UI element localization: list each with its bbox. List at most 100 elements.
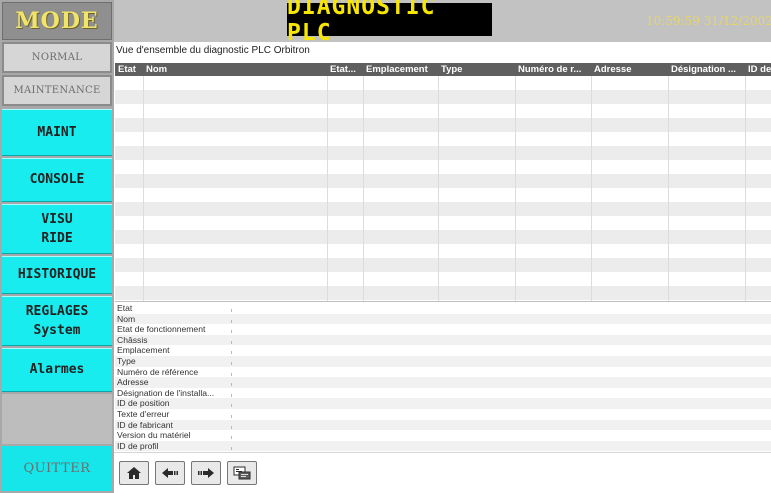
property-label: Version du matériel bbox=[117, 430, 191, 441]
column-header[interactable]: Etat... bbox=[327, 63, 363, 76]
back-icon bbox=[162, 468, 178, 478]
property-value-marker bbox=[231, 393, 232, 397]
table-row[interactable] bbox=[115, 104, 771, 118]
property-row: Adresse bbox=[115, 377, 771, 388]
property-label: Désignation de l'installa... bbox=[117, 387, 215, 398]
column-separator bbox=[745, 76, 746, 301]
table-row[interactable] bbox=[115, 216, 771, 230]
nav-console-button[interactable]: CONSOLE bbox=[2, 158, 112, 202]
column-separator bbox=[591, 76, 592, 301]
property-value-marker bbox=[231, 425, 232, 429]
column-header[interactable]: ID de bbox=[745, 63, 771, 76]
home-icon bbox=[127, 467, 141, 479]
property-row: Type bbox=[115, 356, 771, 367]
property-label: ID de profil bbox=[117, 440, 159, 451]
column-separator bbox=[143, 76, 144, 301]
nav-historique-button[interactable]: HISTORIQUE bbox=[2, 256, 112, 294]
property-value-marker bbox=[231, 340, 232, 344]
column-header[interactable]: Adresse bbox=[591, 63, 668, 76]
nav-alarmes-button[interactable]: Alarmes bbox=[2, 348, 112, 392]
property-row: Etat bbox=[115, 303, 771, 314]
property-value-marker bbox=[231, 415, 232, 418]
table-row[interactable] bbox=[115, 90, 771, 104]
property-label: Type bbox=[117, 356, 136, 366]
table-row[interactable] bbox=[115, 146, 771, 160]
property-row: Châssis bbox=[115, 334, 771, 346]
property-row: Désignation de l'installa... bbox=[115, 388, 771, 399]
property-value-marker bbox=[231, 319, 232, 323]
table-row[interactable] bbox=[115, 230, 771, 244]
column-header[interactable]: Etat bbox=[115, 63, 143, 76]
table-row[interactable] bbox=[115, 118, 771, 132]
column-header[interactable]: Désignation ... bbox=[668, 63, 745, 76]
property-label: ID de position bbox=[117, 398, 170, 409]
property-value-marker bbox=[231, 446, 232, 450]
diagnostic-panel: Vue d'ensemble du diagnostic PLC Orbitro… bbox=[114, 42, 771, 493]
table-divider bbox=[115, 301, 771, 302]
property-row: Numéro de référence bbox=[115, 367, 771, 378]
property-row: Nom bbox=[115, 313, 771, 325]
table-row[interactable] bbox=[115, 244, 771, 258]
table-row[interactable] bbox=[115, 258, 771, 272]
page-title: DIAGNOSTIC PLC bbox=[287, 0, 492, 46]
mode-maintenance-button[interactable]: MAINTENANCE bbox=[2, 75, 112, 106]
mode-normal-button[interactable]: NORMAL bbox=[2, 42, 112, 73]
column-separator bbox=[327, 76, 328, 301]
table-row[interactable] bbox=[115, 174, 771, 188]
property-row: Version du matériel bbox=[115, 430, 771, 441]
column-separator bbox=[363, 76, 364, 301]
property-row: ID de profil bbox=[115, 440, 771, 452]
property-label: ID de fabricant bbox=[117, 419, 173, 430]
property-label: Numéro de référence bbox=[117, 366, 199, 377]
nav-maint-button[interactable]: MAINT bbox=[2, 109, 112, 156]
diagnostic-buffer-button[interactable] bbox=[227, 461, 257, 485]
nav-visu-ride-button[interactable]: VISU RIDE bbox=[2, 204, 112, 254]
property-value-marker bbox=[231, 404, 232, 408]
property-value-marker bbox=[231, 436, 232, 440]
overview-table-body[interactable] bbox=[115, 76, 771, 301]
property-value-marker bbox=[231, 330, 232, 334]
column-header[interactable]: Emplacement bbox=[363, 63, 438, 76]
property-value-marker bbox=[231, 351, 232, 355]
table-row[interactable] bbox=[115, 272, 771, 286]
property-label: Adresse bbox=[117, 377, 149, 388]
column-header[interactable]: Nom bbox=[143, 63, 327, 76]
nav-empty-slot bbox=[2, 394, 112, 444]
column-separator bbox=[438, 76, 439, 301]
column-separator bbox=[515, 76, 516, 301]
table-row[interactable] bbox=[115, 132, 771, 146]
table-row[interactable] bbox=[115, 160, 771, 174]
table-row[interactable] bbox=[115, 202, 771, 216]
forward-icon bbox=[198, 468, 214, 478]
column-header[interactable]: Type bbox=[438, 63, 515, 76]
property-value-marker bbox=[231, 383, 232, 387]
property-row: Texte d'erreur bbox=[115, 409, 771, 420]
column-separator bbox=[668, 76, 669, 301]
property-row: Etat de fonctionnement bbox=[115, 324, 771, 335]
table-row[interactable] bbox=[115, 188, 771, 202]
property-label: Châssis bbox=[117, 334, 148, 345]
property-row: ID de position bbox=[115, 398, 771, 409]
table-row[interactable] bbox=[115, 76, 771, 90]
column-header[interactable]: Numéro de r... bbox=[515, 63, 591, 76]
top-bar: DIAGNOSTIC PLC 10:59:59 31/12/2002 bbox=[114, 0, 771, 46]
property-value-marker bbox=[231, 372, 232, 376]
table-row[interactable] bbox=[115, 286, 771, 300]
property-label: Texte d'erreur bbox=[117, 409, 170, 419]
property-label: Etat de fonctionnement bbox=[117, 324, 206, 335]
mode-title: MODE bbox=[2, 2, 112, 40]
property-row: ID de fabricant bbox=[115, 419, 771, 431]
hmi-screen: MODE NORMAL MAINTENANCE MAINT CONSOLE VI… bbox=[0, 0, 771, 493]
property-value-marker bbox=[231, 362, 232, 365]
property-label: Nom bbox=[117, 313, 136, 324]
navigation-toolbar bbox=[114, 452, 771, 493]
home-button[interactable] bbox=[119, 461, 149, 485]
property-value-marker bbox=[231, 309, 232, 312]
forward-button[interactable] bbox=[191, 461, 221, 485]
back-button[interactable] bbox=[155, 461, 185, 485]
quit-button[interactable]: QUITTER bbox=[2, 446, 112, 491]
diagnostic-buffer-icon bbox=[233, 466, 251, 480]
nav-reglages-system-button[interactable]: REGLAGES System bbox=[2, 296, 112, 346]
property-label: Etat bbox=[117, 303, 133, 313]
clock: 10:59:59 31/12/2002 bbox=[646, 14, 771, 28]
